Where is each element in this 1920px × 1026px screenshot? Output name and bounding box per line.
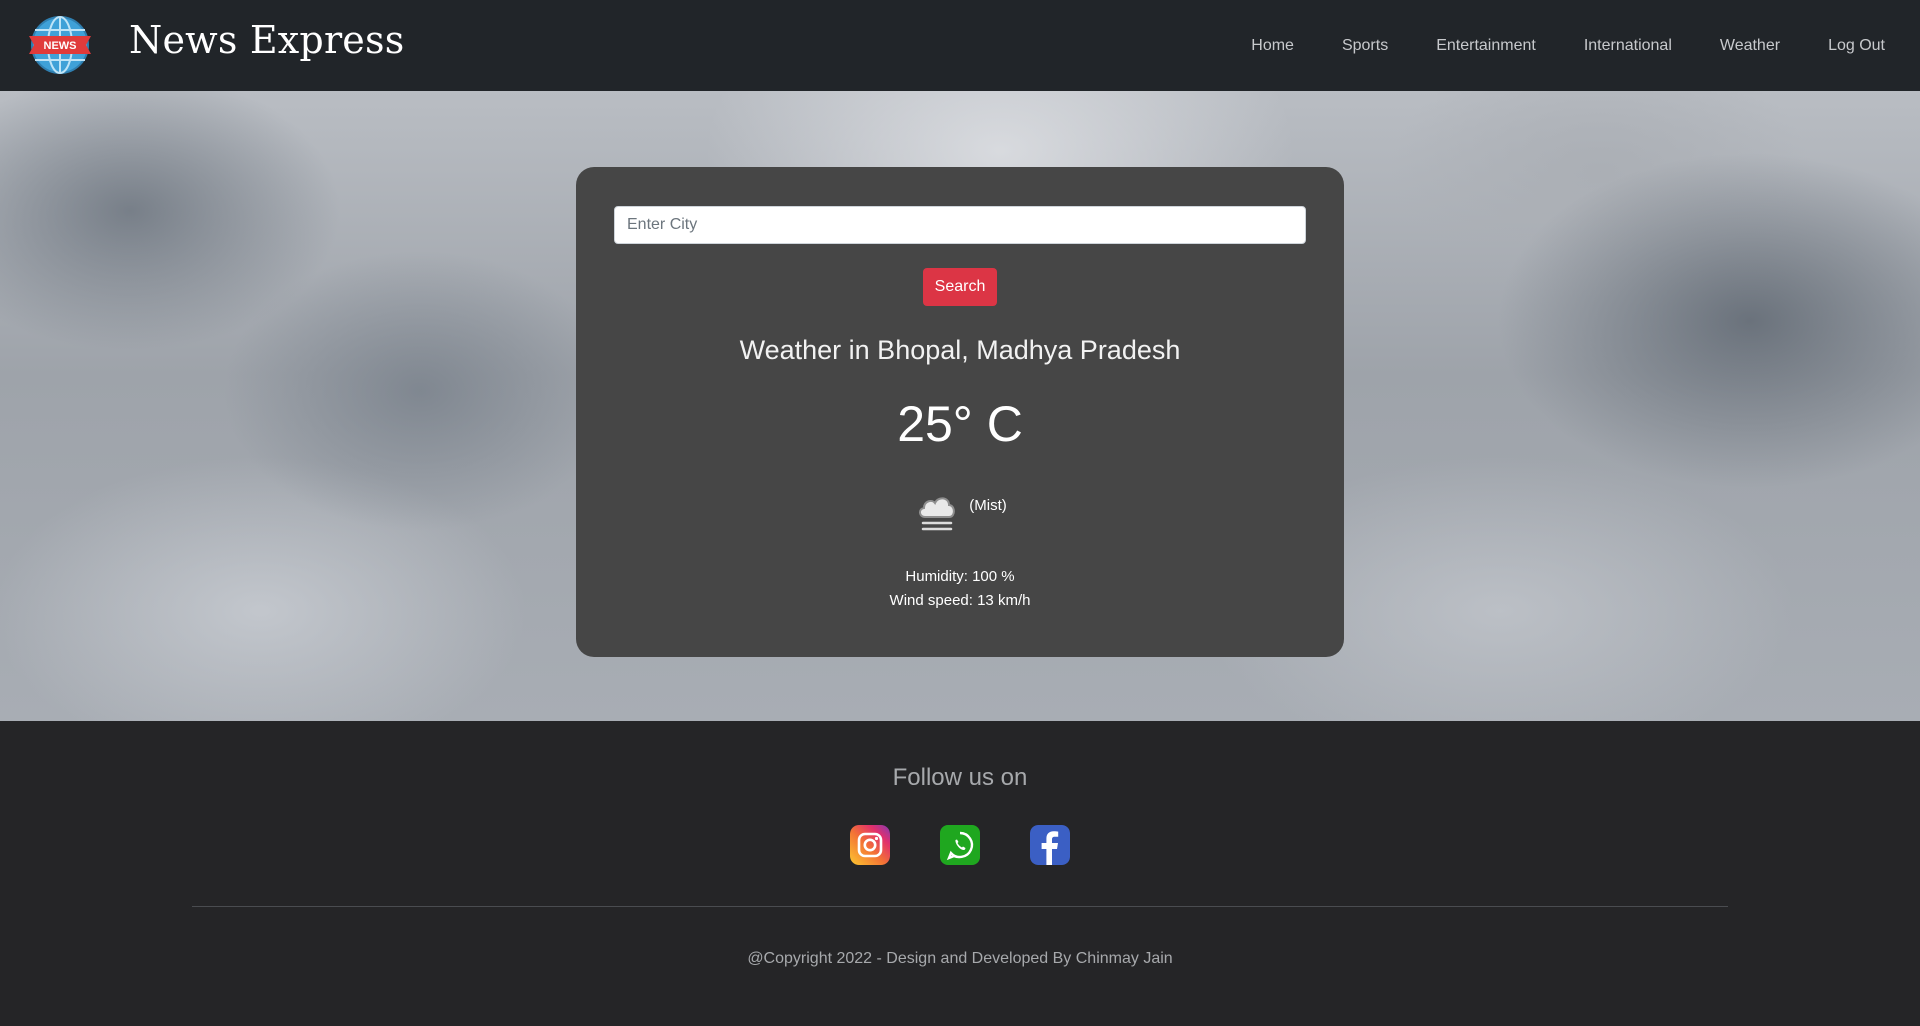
wind-speed-text: Wind speed: 13 km/h [889,592,1031,609]
weather-details: Humidity: 100 % Wind speed: 13 km/h [576,565,1344,613]
weather-condition: (Mist) [576,487,1344,535]
humidity-text: Humidity: 100 % [905,568,1015,585]
social-links [0,825,1920,865]
nav-sports[interactable]: Sports [1318,37,1412,55]
nav-links: Home Sports Entertainment International … [1227,0,1885,91]
weather-hero-background: Search Weather in Bhopal, Madhya Pradesh… [0,91,1920,721]
footer: Follow us on @Copyright 2022 - Design an… [0,721,1920,1026]
weather-location-heading: Weather in Bhopal, Madhya Pradesh [739,335,1181,365]
facebook-icon[interactable] [1030,825,1070,865]
footer-divider [192,906,1728,907]
nav-home[interactable]: Home [1227,37,1318,55]
search-button[interactable]: Search [923,268,997,306]
news-globe-logo-icon[interactable]: NEWS [29,14,91,76]
weather-card: Search Weather in Bhopal, Madhya Pradesh… [576,167,1344,657]
condition-label: (Mist) [969,497,1007,514]
city-search-input[interactable] [614,206,1306,244]
nav-international[interactable]: International [1560,37,1696,55]
follow-us-title: Follow us on [892,764,1028,791]
nav-logout[interactable]: Log Out [1804,37,1885,55]
instagram-icon[interactable] [850,825,890,865]
whatsapp-icon[interactable] [940,825,980,865]
nav-entertainment[interactable]: Entertainment [1412,37,1560,55]
svg-text:NEWS: NEWS [44,40,77,52]
copyright-text: @Copyright 2022 - Design and Developed B… [747,950,1173,967]
mist-cloud-icon [919,497,956,531]
brand-title[interactable]: News Express [129,18,404,62]
nav-weather[interactable]: Weather [1696,37,1804,55]
navbar: NEWS News Express Home Sports Entertainm… [0,0,1920,91]
temperature-value: 25° C [897,396,1023,452]
